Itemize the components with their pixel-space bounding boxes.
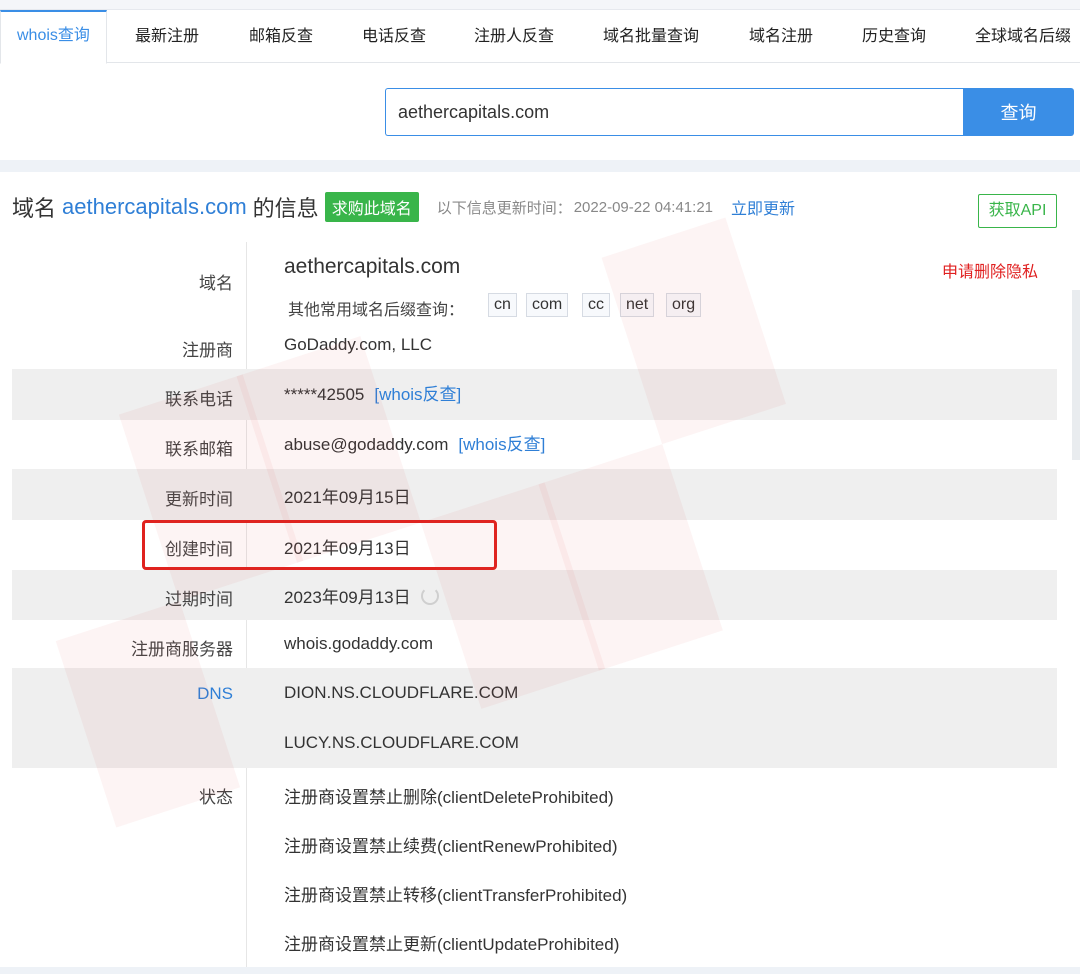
dns-label: DNS: [197, 684, 233, 703]
nav-tabs: whois查询 最新注册 邮箱反查 电话反查 注册人反查 域名批量查询 域名注册…: [0, 10, 1080, 64]
tab-history[interactable]: 历史查询: [862, 10, 926, 63]
status-item: 注册商设置禁止更新(clientUpdateProhibited): [284, 935, 620, 954]
tab-global-suffix[interactable]: 全球域名后缀: [975, 10, 1071, 63]
row-status: 状态 注册商设置禁止删除(clientDeleteProhibited) 注册商…: [12, 768, 1057, 967]
created-value: 2021年09月13日: [284, 539, 411, 558]
tab-latest-registered[interactable]: 最新注册: [135, 10, 199, 63]
expires-label: 过期时间: [165, 590, 233, 609]
update-time-value: 2022-09-22 04:41:21: [573, 198, 714, 216]
phone-label: 联系电话: [165, 390, 233, 409]
page-title: 域名 aethercapitals.com 的信息 求购此域名 以下信息更新时间…: [12, 190, 795, 224]
buy-domain-button[interactable]: 求购此域名: [324, 192, 419, 222]
row-registrar-server: 注册商服务器 whois.godaddy.com: [12, 620, 1057, 668]
whois-info-panel: 域名 aethercapitals.com 的信息 求购此域名 以下信息更新时间…: [0, 172, 1080, 967]
row-expires: 过期时间 2023年09月13日: [12, 570, 1057, 620]
title-domain[interactable]: aethercapitals.com: [62, 194, 247, 220]
tab-phone-reverse[interactable]: 电话反查: [362, 10, 426, 63]
tab-batch-query[interactable]: 域名批量查询: [603, 10, 699, 63]
row-phone: 联系电话 *****42505 [whois反查]: [12, 369, 1057, 420]
row-dns: DNS DION.NS.CLOUDFLARE.COM LUCY.NS.CLOUD…: [12, 668, 1057, 768]
registrar-label: 注册商: [182, 341, 233, 360]
scrollbar[interactable]: [1072, 290, 1080, 460]
status-label: 状态: [199, 788, 233, 807]
suffix-org[interactable]: org: [666, 293, 702, 317]
loading-spinner-icon: [420, 587, 439, 605]
refresh-now-link[interactable]: 立即更新: [731, 195, 795, 219]
search-button[interactable]: 查询: [963, 88, 1074, 136]
dns-server-2: LUCY.NS.CLOUDFLARE.COM: [284, 733, 519, 752]
row-created: 创建时间 2021年09月13日: [12, 520, 1057, 570]
tab-email-reverse[interactable]: 邮箱反查: [249, 10, 313, 63]
row-updated: 更新时间 2021年09月15日: [12, 469, 1057, 520]
suffix-cc[interactable]: cc: [582, 293, 610, 317]
email-value: abuse@godaddy.com: [284, 435, 449, 454]
phone-whois-reverse-link[interactable]: [whois反查]: [374, 385, 461, 404]
suffix-query-label: 其他常用域名后缀查询：: [288, 302, 465, 319]
registrar-server-value: whois.godaddy.com: [284, 634, 433, 653]
domain-label: 域名: [199, 274, 233, 293]
updated-label: 更新时间: [165, 490, 233, 509]
tab-registrant-reverse[interactable]: 注册人反查: [474, 10, 554, 63]
update-time-label: 以下信息更新时间：: [436, 199, 572, 217]
status-item: 注册商设置禁止续费(clientRenewProhibited): [284, 837, 618, 856]
email-whois-reverse-link[interactable]: [whois反查]: [458, 435, 545, 454]
status-item: 注册商设置禁止转移(clientTransferProhibited): [284, 886, 628, 905]
phone-value: *****42505: [284, 385, 365, 404]
suffix-com[interactable]: com: [526, 293, 569, 317]
email-label: 联系邮箱: [165, 440, 233, 459]
updated-value: 2021年09月15日: [284, 488, 411, 507]
remove-privacy-link[interactable]: 申请删除隐私: [942, 258, 1038, 282]
row-registrar: 注册商 GoDaddy.com, LLC: [12, 322, 1057, 370]
title-suffix: 的信息: [252, 196, 319, 221]
registrar-server-label: 注册商服务器: [131, 640, 233, 659]
top-strip: [0, 0, 1080, 10]
expires-value: 2023年09月13日: [284, 588, 411, 607]
domain-value: aethercapitals.com: [284, 255, 461, 278]
row-email: 联系邮箱 abuse@godaddy.com [whois反查]: [12, 420, 1057, 469]
status-item: 注册商设置禁止删除(clientDeleteProhibited): [284, 788, 614, 807]
suffix-cn[interactable]: cn: [488, 293, 517, 317]
tab-domain-register[interactable]: 域名注册: [749, 10, 813, 63]
registrar-value: GoDaddy.com, LLC: [284, 335, 433, 354]
dns-server-1: DION.NS.CLOUDFLARE.COM: [284, 683, 519, 702]
title-prefix: 域名: [12, 196, 57, 221]
get-api-button[interactable]: 获取API: [978, 194, 1057, 228]
suffix-net[interactable]: net: [620, 293, 655, 317]
created-label: 创建时间: [165, 540, 233, 559]
tab-whois[interactable]: whois查询: [0, 10, 107, 64]
top-bar: whois查询 最新注册 邮箱反查 电话反查 注册人反查 域名批量查询 域名注册…: [0, 0, 1080, 160]
search-input[interactable]: [385, 88, 965, 136]
